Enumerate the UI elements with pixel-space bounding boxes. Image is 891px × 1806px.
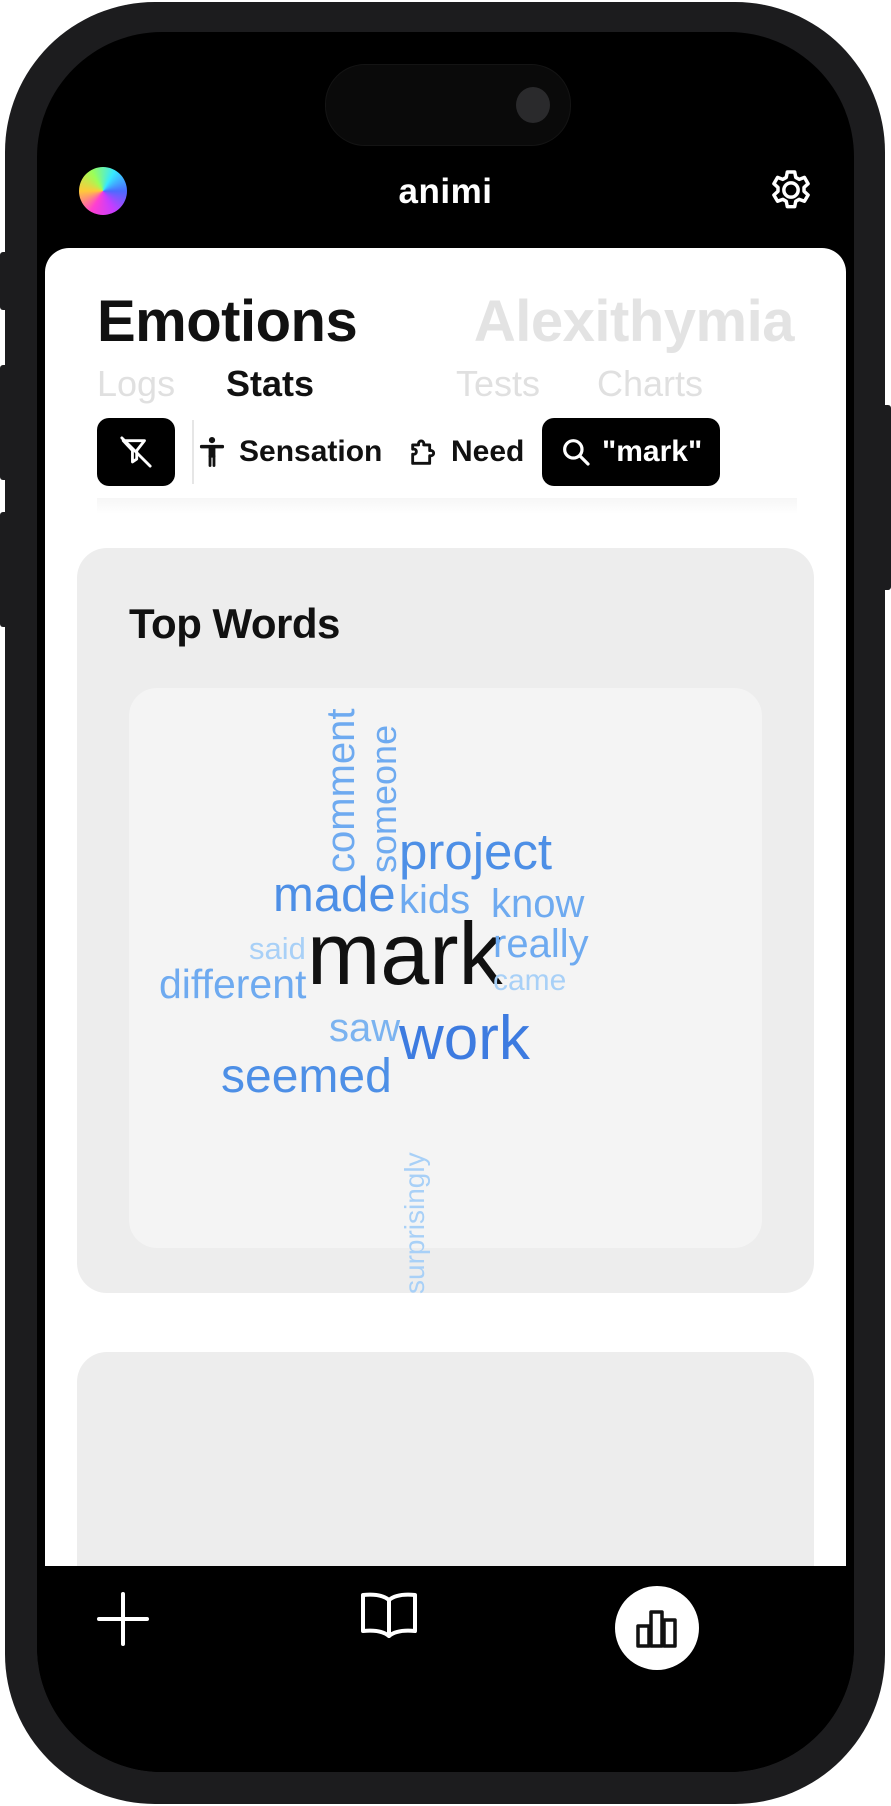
word-someone: someone — [363, 724, 404, 873]
stats-tab-button[interactable] — [615, 1586, 699, 1670]
tab-logs[interactable]: Logs — [97, 363, 175, 405]
alt-page-title[interactable]: Alexithymia — [474, 288, 795, 355]
top-words-panel: Top Words mark work project made seemed … — [77, 548, 814, 1294]
tab-stats[interactable]: Stats — [226, 363, 314, 405]
filter-off-icon — [120, 436, 152, 468]
filter-bar-shadow — [97, 498, 797, 514]
filter-toggle-button[interactable] — [97, 418, 175, 486]
word-mark: mark — [307, 904, 503, 1003]
device-volume-down — [0, 512, 8, 627]
word-seemed: seemed — [221, 1050, 392, 1103]
page-title[interactable]: Emotions — [97, 288, 358, 355]
word-saw: saw — [329, 1006, 401, 1050]
word-comment: comment — [319, 708, 363, 874]
bottom-tab-bar — [37, 1566, 854, 1772]
word-project: project — [399, 823, 553, 880]
filter-divider — [192, 420, 194, 484]
word-work: work — [399, 1004, 530, 1073]
search-icon — [563, 439, 590, 466]
puzzle-icon — [411, 439, 436, 465]
screen: animi Emotions Alexithymia Logs Stats Te… — [37, 32, 854, 1772]
need-filter-chip[interactable]: Need — [407, 418, 524, 486]
word-different: different — [159, 961, 307, 1007]
tab-charts[interactable]: Charts — [597, 363, 703, 405]
top-words-title: Top Words — [129, 600, 340, 647]
device-power-button — [882, 405, 891, 590]
word-kids: kids — [399, 878, 471, 922]
person-icon — [199, 436, 225, 467]
need-label: Need — [451, 435, 525, 468]
gear-icon[interactable] — [765, 164, 817, 216]
word-cloud: mark work project made seemed different … — [129, 688, 762, 1294]
word-really: really — [493, 922, 589, 966]
book-icon[interactable] — [359, 1588, 419, 1642]
dynamic-island — [325, 64, 571, 146]
device-volume-up — [0, 365, 8, 480]
sensation-filter-chip[interactable]: Sensation — [195, 418, 382, 486]
word-made: made — [273, 868, 396, 922]
search-filter-chip[interactable]: "mark" — [542, 418, 721, 486]
bar-chart-icon — [636, 1610, 677, 1648]
app-title: animi — [398, 172, 493, 211]
search-query: "mark" — [602, 435, 703, 468]
camera-icon — [516, 87, 550, 123]
device-action-button — [0, 252, 8, 310]
word-surprisingly: surprisingly — [399, 1152, 430, 1294]
content-card: Emotions Alexithymia Logs Stats Tests Ch… — [45, 248, 846, 1608]
word-know: know — [491, 882, 585, 926]
filter-bar: Sensation Need "mark" — [45, 418, 846, 508]
sensation-label: Sensation — [239, 435, 383, 468]
tab-tests[interactable]: Tests — [456, 363, 540, 405]
word-said: said — [249, 931, 306, 966]
word-came: came — [493, 964, 567, 997]
plus-icon[interactable] — [95, 1588, 151, 1648]
